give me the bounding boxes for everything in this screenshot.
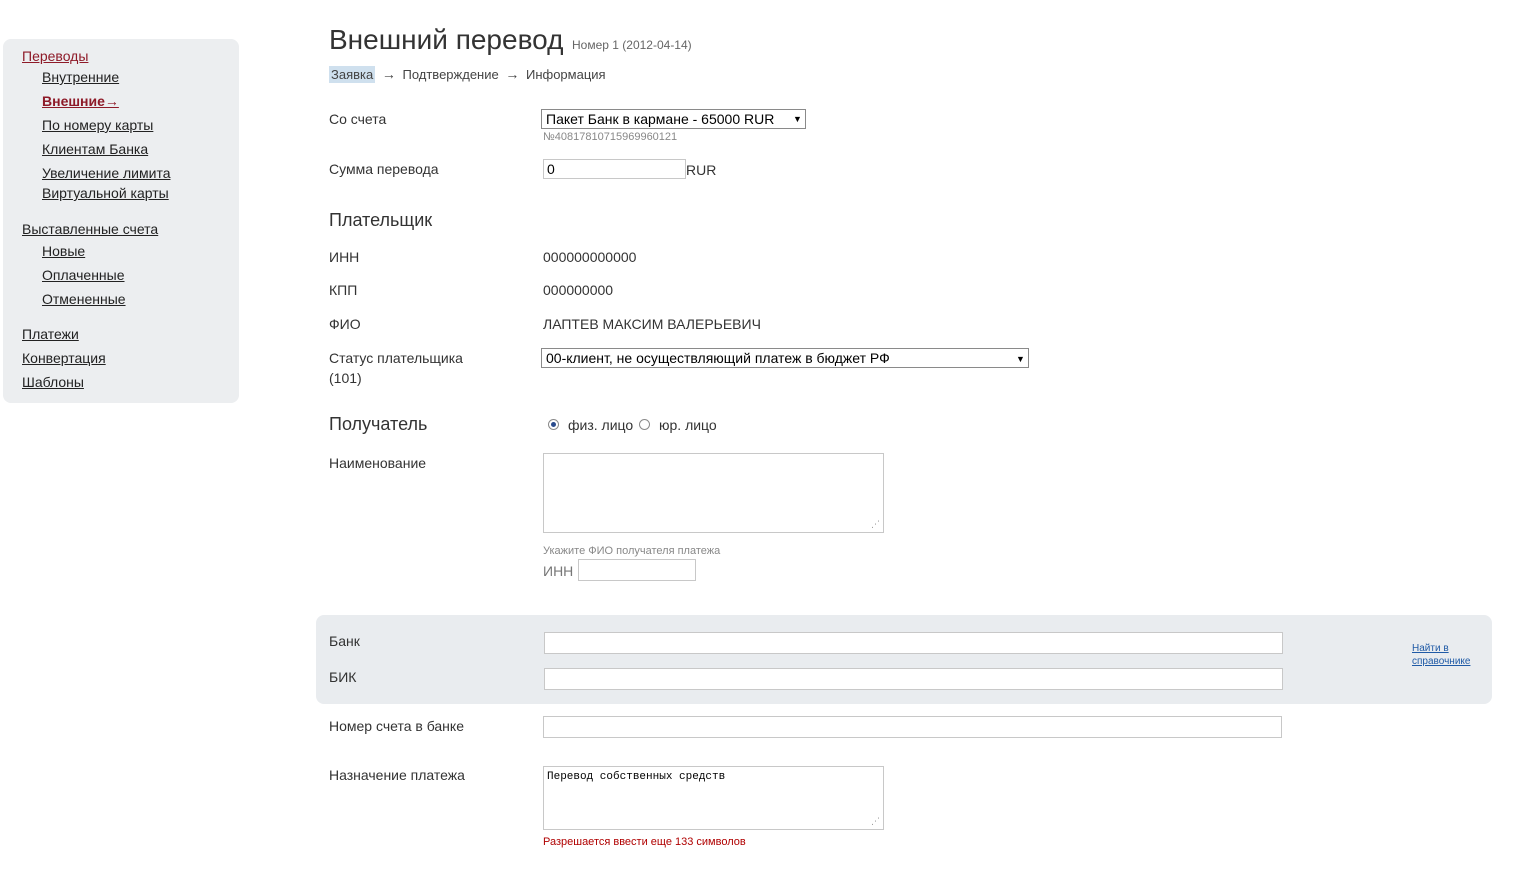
- from-account-select[interactable]: Пакет Банк в кармане - 65000 RUR: [541, 109, 806, 129]
- chars-remaining-warning: Разрешается ввести еще 133 символов: [543, 836, 746, 848]
- sidebar-item-bank-clients[interactable]: Клиентам Банка: [42, 140, 148, 158]
- kpp-value: 000000000: [543, 282, 614, 298]
- arrow-icon: →: [381, 66, 396, 82]
- step-information: Информация: [525, 67, 606, 82]
- bik-input[interactable]: [544, 668, 1283, 690]
- fio-value: ЛАПТЕВ МАКСИМ ВАЛЕРЬЕВИЧ: [543, 316, 761, 332]
- sidebar-item-invoices-paid[interactable]: Оплаченные: [42, 266, 125, 284]
- account-in-bank-input[interactable]: [543, 716, 1282, 738]
- inn-label: ИНН: [329, 249, 360, 265]
- recipient-inn-input[interactable]: [578, 559, 696, 581]
- sidebar-item-internal[interactable]: Внутренние: [42, 68, 119, 86]
- arrow-icon: →: [505, 66, 520, 82]
- payment-purpose-label: Назначение платежа: [329, 767, 465, 783]
- bank-label: Банк: [329, 633, 360, 649]
- sidebar-item-invoices[interactable]: Выставленные счета: [22, 220, 158, 238]
- radio-legal-entity[interactable]: [639, 419, 650, 430]
- lookup-link-line1[interactable]: Найти в: [1412, 642, 1470, 655]
- sidebar-item-conversion[interactable]: Конвертация: [22, 349, 106, 367]
- bank-panel: [316, 615, 1492, 704]
- sidebar-item-external[interactable]: Внешние→: [42, 92, 119, 110]
- sidebar-item-payments[interactable]: Платежи: [22, 325, 79, 343]
- bik-label: БИК: [329, 669, 357, 685]
- recipient-name-hint: Укажите ФИО получателя платежа: [543, 545, 721, 557]
- recipient-name-textarea[interactable]: [543, 453, 884, 533]
- sidebar-item-transfers[interactable]: Переводы: [22, 47, 88, 65]
- payer-status-code: (101): [329, 370, 362, 386]
- page-title: Внешний перевод: [329, 24, 564, 55]
- page-subtitle: Номер 1 (2012-04-14): [572, 38, 692, 52]
- from-account-label: Со счета: [329, 111, 387, 127]
- sidebar-item-invoices-new[interactable]: Новые: [42, 242, 85, 260]
- kpp-label: КПП: [329, 282, 358, 298]
- payer-status-select[interactable]: 00-клиент, не осуществляющий платеж в бю…: [541, 348, 1029, 368]
- account-in-bank-label: Номер счета в банке: [329, 718, 464, 734]
- sidebar-item-templates[interactable]: Шаблоны: [22, 373, 84, 391]
- step-application: Заявка: [329, 66, 376, 83]
- payer-section-title: Плательщик: [329, 210, 433, 230]
- bank-input[interactable]: [544, 632, 1283, 654]
- step-confirmation: Подтверждение: [402, 67, 499, 82]
- inn-value: 000000000000: [543, 249, 637, 265]
- radio-individual-label[interactable]: физ. лицо: [568, 417, 633, 433]
- radio-legal-entity-label[interactable]: юр. лицо: [659, 417, 717, 433]
- radio-individual[interactable]: [548, 419, 559, 430]
- resize-grip-icon[interactable]: ⋰: [871, 816, 880, 827]
- currency-label: RUR: [686, 162, 717, 178]
- lookup-link-line2[interactable]: справочнике: [1412, 655, 1470, 668]
- account-number-text: №40817810715969960121: [543, 131, 678, 143]
- sidebar-item-invoices-cancelled[interactable]: Отмененные: [42, 290, 126, 308]
- payer-status-label: Статус плательщика: [329, 350, 463, 366]
- recipient-section-title: Получатель: [329, 414, 428, 434]
- amount-input[interactable]: [543, 159, 686, 179]
- sidebar-item-virtual-card[interactable]: Виртуальной карты: [42, 184, 169, 202]
- breadcrumb-steps: Заявка → Подтверждение → Информация: [329, 66, 606, 83]
- amount-label: Сумма перевода: [329, 161, 439, 177]
- recipient-name-label: Наименование: [329, 455, 427, 471]
- lookup-directory-link[interactable]: Найти в справочнике: [1412, 642, 1470, 668]
- payment-purpose-textarea[interactable]: Перевод собственных средств: [543, 766, 884, 830]
- fio-label: ФИО: [329, 316, 361, 332]
- recipient-inn-label: ИНН: [543, 563, 574, 579]
- sidebar-item-limit-increase[interactable]: Увеличение лимита: [42, 164, 170, 182]
- resize-grip-icon[interactable]: ⋰: [871, 519, 880, 530]
- sidebar-item-by-card-number[interactable]: По номеру карты: [42, 116, 153, 134]
